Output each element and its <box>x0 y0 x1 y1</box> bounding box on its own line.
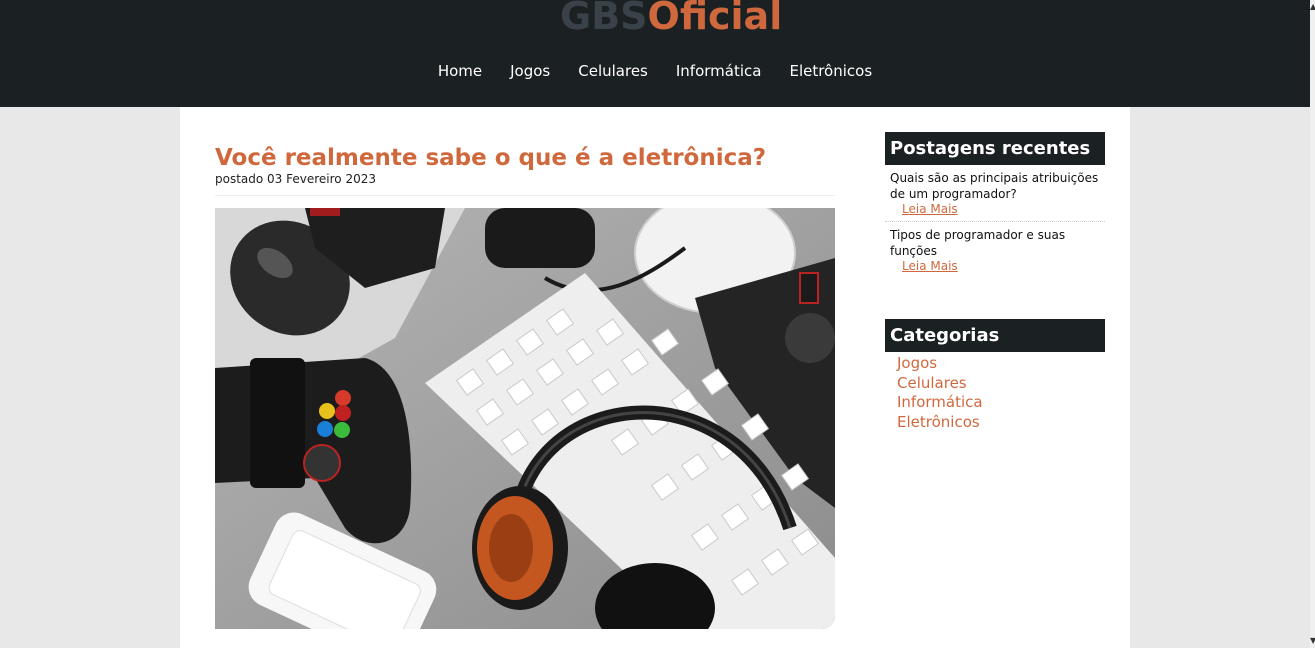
post-divider <box>215 195 835 196</box>
nav-home[interactable]: Home <box>424 62 496 80</box>
category-jogos[interactable]: Jogos <box>897 354 1105 374</box>
recent-post-item: Quais são as principais atribuições de u… <box>885 165 1105 222</box>
main-nav: Home Jogos Celulares Informática Eletrôn… <box>0 62 1310 80</box>
site-logo[interactable]: GBSOficial <box>560 0 782 38</box>
categories-heading: Categorias <box>885 319 1105 352</box>
main-content: Você realmente sabe o que é a eletrônica… <box>180 107 1130 648</box>
logo-text-gbs: GBS <box>560 0 648 38</box>
page-scrollbar[interactable]: ▲ ▼ <box>1310 0 1315 648</box>
nav-jogos[interactable]: Jogos <box>496 62 564 80</box>
recent-posts-widget: Postagens recentes Quais são as principa… <box>885 132 1105 278</box>
electronics-photo <box>215 208 835 629</box>
scroll-down-arrow-icon[interactable]: ▼ <box>1310 634 1315 648</box>
nav-eletronicos[interactable]: Eletrônicos <box>775 62 886 80</box>
categories-list: Jogos Celulares Informática Eletrônicos <box>885 352 1105 432</box>
site-header: GBSOficial Home Jogos Celulares Informát… <box>0 0 1310 107</box>
read-more-link[interactable]: Leia Mais <box>890 202 1100 217</box>
nav-celulares[interactable]: Celulares <box>564 62 662 80</box>
category-celulares[interactable]: Celulares <box>897 374 1105 394</box>
category-informatica[interactable]: Informática <box>897 393 1105 413</box>
recent-posts-list: Quais são as principais atribuições de u… <box>885 165 1105 278</box>
recent-post-title[interactable]: Tipos de programador e suas funções <box>890 227 1100 259</box>
post-date: postado 03 Fevereiro 2023 <box>215 172 376 186</box>
scroll-up-arrow-icon[interactable]: ▲ <box>1310 0 1315 14</box>
read-more-link[interactable]: Leia Mais <box>890 259 1100 274</box>
post-image <box>215 208 835 629</box>
logo-text-oficial: Oficial <box>647 0 783 38</box>
category-eletronicos[interactable]: Eletrônicos <box>897 413 1105 433</box>
post-title[interactable]: Você realmente sabe o que é a eletrônica… <box>215 145 766 171</box>
categories-widget: Categorias Jogos Celulares Informática E… <box>885 319 1105 432</box>
recent-post-title[interactable]: Quais são as principais atribuições de u… <box>890 170 1100 202</box>
recent-post-item: Tipos de programador e suas funções Leia… <box>885 222 1105 278</box>
recent-posts-heading: Postagens recentes <box>885 132 1105 165</box>
nav-informatica[interactable]: Informática <box>662 62 776 80</box>
